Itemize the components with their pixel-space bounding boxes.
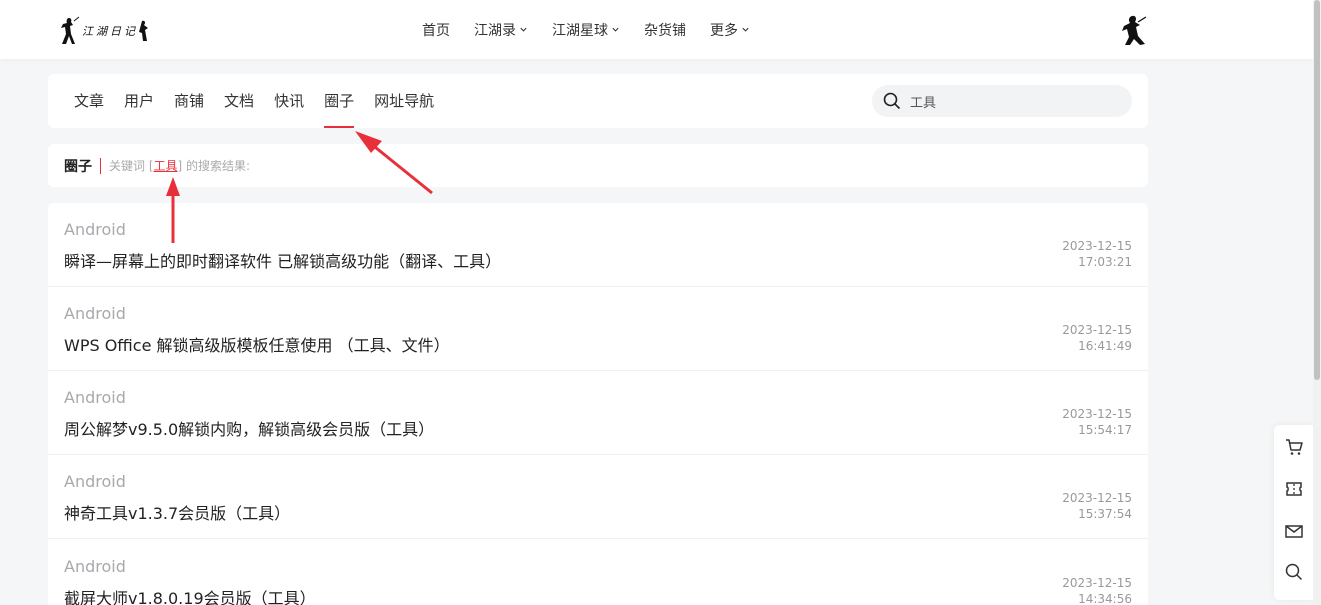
swordsman-logo-icon xyxy=(139,20,148,41)
item-title[interactable]: 截屏大师v1.8.0.19会员版（工具） xyxy=(64,585,316,605)
site-logo[interactable]: 江湖日记 xyxy=(58,15,153,47)
nav-item-planet[interactable]: 江湖星球 xyxy=(552,20,620,40)
item-category[interactable]: Android xyxy=(64,388,126,407)
nav-item-more[interactable]: 更多 xyxy=(710,20,750,40)
tab-site-nav[interactable]: 网址导航 xyxy=(374,74,434,128)
scrollbar-thumb[interactable] xyxy=(1314,0,1320,380)
list-item[interactable]: Android 瞬译—屏幕上的即时翻译软件 已解锁高级功能（翻译、工具） 202… xyxy=(48,203,1148,287)
search-input[interactable] xyxy=(910,93,1110,109)
user-avatar[interactable] xyxy=(1118,14,1148,48)
search-icon[interactable] xyxy=(882,91,902,111)
search-summary: 圈子 关键词 [工具] 的搜索结果: xyxy=(64,144,250,187)
item-datetime: 2023-12-15 14:34:56 xyxy=(1062,576,1132,605)
logo-text: 江湖日记 xyxy=(82,25,138,38)
chevron-down-icon xyxy=(612,27,619,32)
chevron-down-icon xyxy=(520,27,527,32)
tab-news[interactable]: 快讯 xyxy=(274,74,304,128)
search-box[interactable] xyxy=(872,85,1132,117)
tab-users[interactable]: 用户 xyxy=(124,74,154,128)
item-category[interactable]: Android xyxy=(64,220,126,239)
nav-item-home[interactable]: 首页 xyxy=(422,20,450,40)
tab-circles[interactable]: 圈子 xyxy=(324,74,355,128)
item-title[interactable]: WPS Office 解锁高级版模板任意使用 （工具、文件） xyxy=(64,332,450,356)
item-datetime: 2023-12-15 17:03:21 xyxy=(1062,239,1132,269)
swordsman-logo-icon xyxy=(61,16,80,44)
item-category[interactable]: Android xyxy=(64,472,126,491)
summary-suffix: ] 的搜索结果: xyxy=(177,159,251,173)
item-category[interactable]: Android xyxy=(64,304,126,323)
search-icon[interactable] xyxy=(1284,562,1304,582)
result-category-title: 圈子 xyxy=(64,158,92,175)
results-list: Android 瞬译—屏幕上的即时翻译软件 已解锁高级功能（翻译、工具） 202… xyxy=(48,203,1148,605)
item-title[interactable]: 瞬译—屏幕上的即时翻译软件 已解锁高级功能（翻译、工具） xyxy=(64,248,501,272)
floating-toolbar xyxy=(1274,425,1314,600)
item-datetime: 2023-12-15 16:41:49 xyxy=(1062,323,1132,353)
item-title[interactable]: 神奇工具v1.3.7会员版（工具） xyxy=(64,500,290,524)
mail-icon[interactable] xyxy=(1284,521,1304,541)
tab-docs[interactable]: 文档 xyxy=(224,74,254,128)
item-title[interactable]: 周公解梦v9.5.0解锁内购，解锁高级会员版（工具） xyxy=(64,416,434,440)
top-header: 江湖日记 首页 江湖录 江湖星球 杂货铺 更多 xyxy=(0,0,1313,59)
item-datetime: 2023-12-15 15:37:54 xyxy=(1062,491,1132,521)
list-item[interactable]: Android WPS Office 解锁高级版模板任意使用 （工具、文件） 2… xyxy=(48,287,1148,371)
list-item[interactable]: Android 截屏大师v1.8.0.19会员版（工具） 2023-12-15 1… xyxy=(48,540,1148,605)
nav-item-jianghulu[interactable]: 江湖录 xyxy=(474,20,528,40)
item-datetime: 2023-12-15 15:54:17 xyxy=(1062,407,1132,437)
search-type-tabs-card: 文章 用户 商铺 文档 快讯 圈子 网址导航 xyxy=(48,74,1148,128)
search-summary-card: 圈子 关键词 [工具] 的搜索结果: xyxy=(48,144,1148,187)
nav-item-store[interactable]: 杂货铺 xyxy=(644,20,686,40)
list-item[interactable]: Android 周公解梦v9.5.0解锁内购，解锁高级会员版（工具） 2023-… xyxy=(48,371,1148,455)
main-nav: 首页 江湖录 江湖星球 杂货铺 更多 xyxy=(422,0,774,59)
list-item[interactable]: Android 神奇工具v1.3.7会员版（工具） 2023-12-15 15:3… xyxy=(48,455,1148,539)
divider xyxy=(100,157,101,174)
search-type-tabs: 文章 用户 商铺 文档 快讯 圈子 网址导航 xyxy=(74,74,454,128)
tab-articles[interactable]: 文章 xyxy=(74,74,104,128)
tab-shops[interactable]: 商铺 xyxy=(174,74,204,128)
page-scrollbar[interactable] xyxy=(1313,0,1321,605)
summary-prefix: 关键词 [ xyxy=(109,159,154,173)
item-category[interactable]: Android xyxy=(64,557,126,576)
chevron-down-icon xyxy=(742,27,749,32)
ticket-icon[interactable] xyxy=(1284,479,1304,499)
search-keyword: 工具 xyxy=(153,159,178,173)
cart-icon[interactable] xyxy=(1284,437,1304,457)
